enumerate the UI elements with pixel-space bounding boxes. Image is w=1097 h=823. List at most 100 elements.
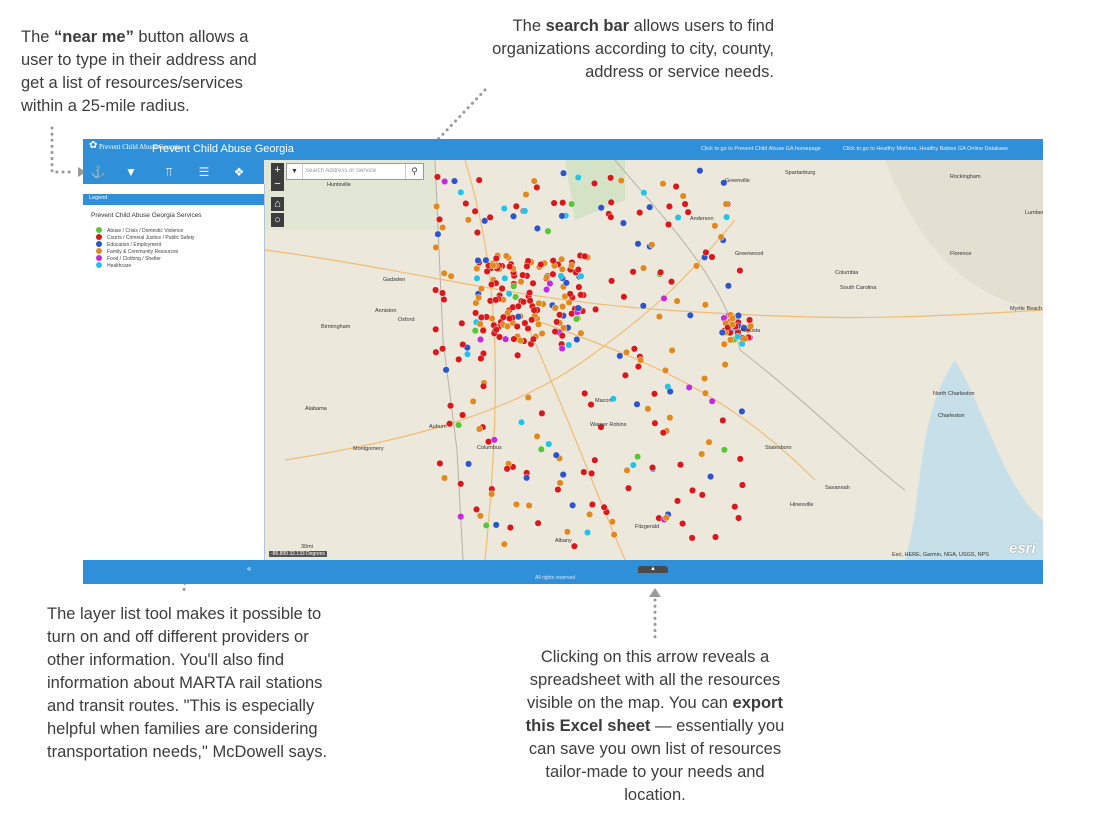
zoom-in-button[interactable]: + <box>271 163 284 177</box>
resource-marker[interactable] <box>655 313 663 321</box>
resource-marker[interactable] <box>597 204 605 212</box>
resource-marker[interactable] <box>475 176 483 184</box>
resource-marker[interactable] <box>501 274 509 282</box>
resource-marker[interactable] <box>696 167 704 175</box>
resource-marker[interactable] <box>584 529 592 537</box>
resource-marker[interactable] <box>712 533 720 541</box>
resource-marker[interactable] <box>665 221 673 229</box>
resource-marker[interactable] <box>554 486 562 494</box>
resource-marker[interactable] <box>591 179 599 187</box>
resource-marker[interactable] <box>607 198 615 206</box>
resource-marker[interactable] <box>560 324 568 332</box>
resource-marker[interactable] <box>473 228 481 236</box>
resource-marker[interactable] <box>457 513 465 521</box>
resource-marker[interactable] <box>503 465 511 473</box>
resource-marker[interactable] <box>702 248 710 256</box>
resource-marker[interactable] <box>514 302 522 310</box>
resource-marker[interactable] <box>674 214 682 222</box>
resource-marker[interactable] <box>722 200 730 208</box>
resource-marker[interactable] <box>524 393 532 401</box>
resource-marker[interactable] <box>479 326 487 334</box>
resource-marker[interactable] <box>538 409 546 417</box>
resource-marker[interactable] <box>521 207 529 215</box>
resource-marker[interactable] <box>573 315 581 323</box>
resource-marker[interactable] <box>665 202 673 210</box>
resource-marker[interactable] <box>482 521 490 529</box>
resource-marker[interactable] <box>477 285 485 293</box>
resource-marker[interactable] <box>573 335 581 343</box>
resource-marker[interactable] <box>503 322 511 330</box>
resource-marker[interactable] <box>543 273 551 281</box>
resource-marker[interactable] <box>533 224 541 232</box>
resource-marker[interactable] <box>526 289 534 297</box>
resource-marker[interactable] <box>537 260 545 268</box>
resource-marker[interactable] <box>525 502 533 510</box>
resource-marker[interactable] <box>457 188 465 196</box>
resource-marker[interactable] <box>516 336 524 344</box>
resource-marker[interactable] <box>459 340 467 348</box>
resource-marker[interactable] <box>559 303 567 311</box>
resource-marker[interactable] <box>591 456 599 464</box>
resource-marker[interactable] <box>738 407 746 415</box>
resource-marker[interactable] <box>482 256 490 264</box>
resource-marker[interactable] <box>506 314 514 322</box>
resource-marker[interactable] <box>681 200 689 208</box>
resource-marker[interactable] <box>528 316 536 324</box>
resource-marker[interactable] <box>679 520 687 528</box>
resource-marker[interactable] <box>543 286 551 294</box>
resource-marker[interactable] <box>500 540 508 548</box>
resource-marker[interactable] <box>471 207 479 215</box>
resource-marker[interactable] <box>708 253 716 261</box>
resource-marker[interactable] <box>588 501 596 509</box>
resource-marker[interactable] <box>640 189 648 197</box>
list-button[interactable]: ☰ <box>195 163 213 181</box>
resource-marker[interactable] <box>574 173 582 181</box>
resource-marker[interactable] <box>558 265 566 273</box>
resource-marker[interactable] <box>620 293 628 301</box>
resource-marker[interactable] <box>439 345 447 353</box>
resource-marker[interactable] <box>577 329 585 337</box>
resource-marker[interactable] <box>651 390 659 398</box>
resource-marker[interactable] <box>500 205 508 213</box>
resource-marker[interactable] <box>524 324 532 332</box>
resource-marker[interactable] <box>728 314 736 322</box>
resource-marker[interactable] <box>677 461 685 469</box>
resource-marker[interactable] <box>474 256 482 264</box>
resource-marker[interactable] <box>574 304 582 312</box>
resource-marker[interactable] <box>440 295 448 303</box>
resource-marker[interactable] <box>565 298 573 306</box>
resource-marker[interactable] <box>718 328 726 336</box>
resource-marker[interactable] <box>723 213 731 221</box>
resource-marker[interactable] <box>724 282 732 290</box>
resource-marker[interactable] <box>633 400 641 408</box>
resource-marker[interactable] <box>634 240 642 248</box>
resource-marker[interactable] <box>592 305 600 313</box>
resource-marker[interactable] <box>721 361 729 369</box>
resource-marker[interactable] <box>705 438 713 446</box>
resource-marker[interactable] <box>558 344 566 352</box>
resource-marker[interactable] <box>433 173 441 181</box>
resource-marker[interactable] <box>476 335 484 343</box>
resource-marker[interactable] <box>447 272 455 280</box>
resource-marker[interactable] <box>629 461 637 469</box>
resource-marker[interactable] <box>569 501 577 509</box>
resource-marker[interactable] <box>483 267 491 275</box>
resource-marker[interactable] <box>517 278 525 286</box>
resource-marker[interactable] <box>512 500 520 508</box>
resource-marker[interactable] <box>577 291 585 299</box>
resource-marker[interactable] <box>568 262 576 270</box>
resource-marker[interactable] <box>657 268 665 276</box>
resource-marker[interactable] <box>630 345 638 353</box>
resource-marker[interactable] <box>514 313 522 321</box>
resource-marker[interactable] <box>727 336 735 344</box>
resource-marker[interactable] <box>530 177 538 185</box>
resource-marker[interactable] <box>433 202 441 210</box>
resource-marker[interactable] <box>439 223 447 231</box>
resource-marker[interactable] <box>634 453 642 461</box>
resource-marker[interactable] <box>519 298 527 306</box>
resource-marker[interactable] <box>551 304 559 312</box>
resource-marker[interactable] <box>517 418 525 426</box>
resource-marker[interactable] <box>586 510 594 518</box>
locate-button[interactable]: ○ <box>271 213 284 227</box>
resource-marker[interactable] <box>492 326 500 334</box>
